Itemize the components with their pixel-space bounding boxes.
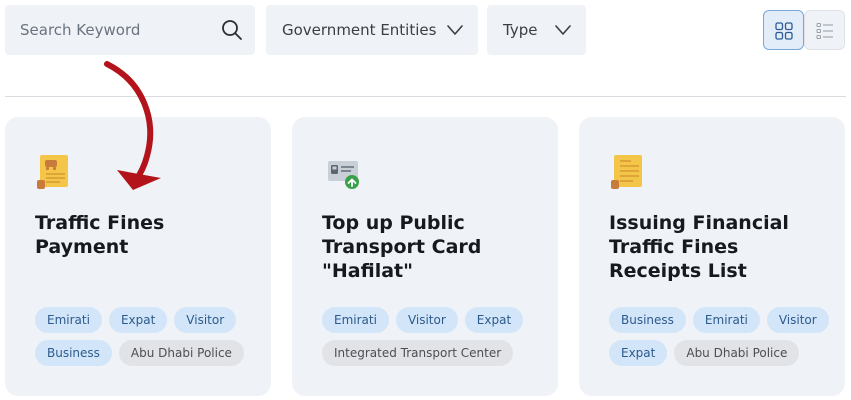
transport-card-topup-icon	[328, 161, 359, 189]
grid-view-button[interactable]	[763, 10, 804, 50]
tag-list: Emirati Visitor Expat Integrated Transpo…	[322, 307, 548, 366]
card-title[interactable]: Traffic Fines Payment	[35, 211, 255, 259]
card-title[interactable]: Issuing Financial Traffic Fines Receipts…	[609, 211, 829, 283]
service-card[interactable]: Traffic Fines Payment Emirati Expat Visi…	[5, 117, 271, 396]
entity-tag: Integrated Transport Center	[322, 340, 514, 366]
toolbar: Government Entities Type	[0, 0, 851, 60]
government-entities-dropdown[interactable]: Government Entities	[266, 5, 478, 55]
tag: Emirati	[692, 307, 760, 333]
grid-view-icon	[775, 22, 793, 40]
tag-list: Emirati Expat Visitor Business Abu Dhabi…	[35, 307, 261, 366]
tag-list: Business Emirati Visitor Expat Abu Dhabi…	[609, 307, 835, 366]
chevron-down-icon	[555, 25, 571, 35]
entity-tag: Abu Dhabi Police	[674, 340, 800, 366]
tag: Business	[609, 307, 686, 333]
list-view-button[interactable]	[804, 10, 845, 50]
service-card[interactable]: Issuing Financial Traffic Fines Receipts…	[579, 117, 845, 396]
search-box[interactable]	[5, 5, 255, 55]
type-label: Type	[503, 21, 538, 39]
receipt-list-icon	[611, 155, 642, 189]
traffic-fine-receipt-icon	[37, 155, 68, 189]
service-card[interactable]: Top up Public Transport Card "Hafilat" E…	[292, 117, 558, 396]
tag: Emirati	[322, 307, 389, 333]
tag: Visitor	[174, 307, 237, 333]
government-entities-label: Government Entities	[282, 21, 437, 39]
type-dropdown[interactable]: Type	[487, 5, 586, 55]
tag: Expat	[609, 340, 668, 366]
tag: Emirati	[35, 307, 102, 333]
tag: Visitor	[766, 307, 829, 333]
tag: Expat	[464, 307, 524, 333]
list-view-icon	[816, 23, 833, 39]
card-title[interactable]: Top up Public Transport Card "Hafilat"	[322, 211, 542, 283]
search-icon[interactable]	[221, 19, 243, 41]
tag: Business	[35, 340, 112, 366]
tag: Expat	[108, 307, 168, 333]
divider	[5, 96, 846, 97]
chevron-down-icon	[447, 25, 463, 35]
entity-tag: Abu Dhabi Police	[118, 340, 244, 366]
search-input[interactable]	[5, 5, 210, 55]
tag: Visitor	[395, 307, 458, 333]
